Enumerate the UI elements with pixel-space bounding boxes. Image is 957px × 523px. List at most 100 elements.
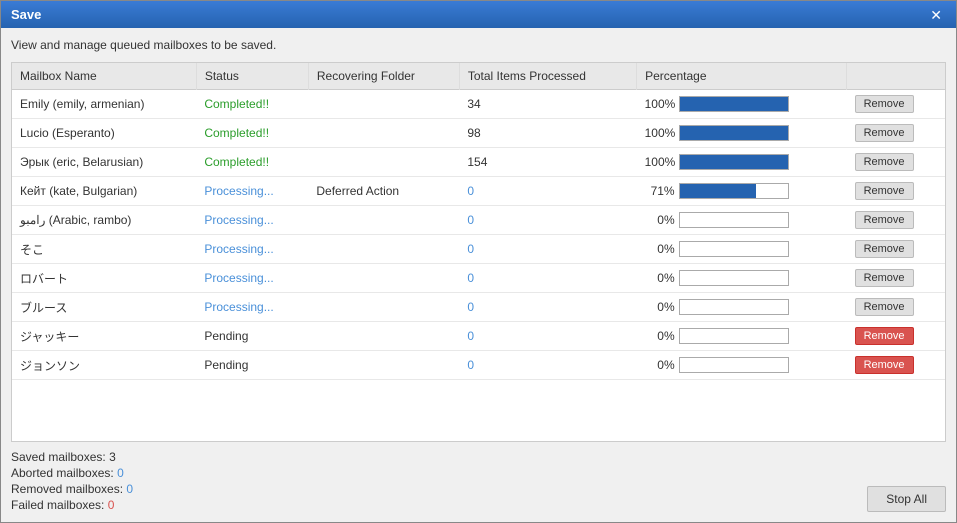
items-cell: 34 bbox=[459, 90, 636, 119]
folder-cell bbox=[308, 235, 459, 264]
percentage-cell: 100% bbox=[637, 90, 847, 119]
progress-bar bbox=[679, 270, 789, 286]
remove-button[interactable]: Remove bbox=[855, 182, 914, 200]
status-cell: Processing... bbox=[196, 293, 308, 322]
remove-button[interactable]: Remove bbox=[855, 298, 914, 316]
table-row: Lucio (Esperanto)Completed!!98100%Remove bbox=[12, 119, 945, 148]
table-body: Emily (emily, armenian) Completed!! 34 100%… bbox=[12, 90, 945, 380]
remove-button[interactable]: Remove bbox=[855, 95, 914, 113]
status-cell: Processing... bbox=[196, 235, 308, 264]
status-badge: Processing... bbox=[204, 184, 273, 198]
status-cell: Processing... bbox=[196, 206, 308, 235]
mailbox-name-cell: そこ bbox=[12, 235, 196, 264]
remove-button[interactable]: Remove bbox=[855, 153, 914, 171]
items-cell: 0 bbox=[459, 351, 636, 380]
percentage-label: 0% bbox=[645, 271, 675, 285]
percentage-cell: 0% bbox=[637, 293, 847, 322]
folder-cell bbox=[308, 264, 459, 293]
action-cell: Remove bbox=[847, 293, 945, 322]
percentage-label: 0% bbox=[645, 358, 675, 372]
percentage-label: 0% bbox=[645, 329, 675, 343]
status-badge: Completed!! bbox=[204, 126, 269, 140]
mailbox-name-cell: ブルース bbox=[12, 293, 196, 322]
col-percentage: Percentage bbox=[637, 63, 847, 90]
table-row: ブルースProcessing...00%Remove bbox=[12, 293, 945, 322]
col-action bbox=[847, 63, 945, 90]
mailbox-name-cell: ロバート bbox=[12, 264, 196, 293]
description-text: View and manage queued mailboxes to be s… bbox=[11, 38, 946, 52]
percentage-label: 0% bbox=[645, 213, 675, 227]
action-cell: Remove bbox=[847, 206, 945, 235]
progress-bar bbox=[679, 241, 789, 257]
stats-panel: Saved mailboxes: 3 Aborted mailboxes: 0 … bbox=[11, 450, 133, 512]
items-cell: 0 bbox=[459, 264, 636, 293]
percentage-label: 71% bbox=[645, 184, 675, 198]
status-cell: Completed!! bbox=[196, 148, 308, 177]
col-total-items: Total Items Processed bbox=[459, 63, 636, 90]
saved-stat: Saved mailboxes: 3 bbox=[11, 450, 133, 464]
remove-button[interactable]: Remove bbox=[855, 240, 914, 258]
status-badge: Pending bbox=[204, 329, 248, 343]
table-row: ジャッキーPending00%Remove bbox=[12, 322, 945, 351]
mailbox-name-cell: Кейт (kate, Bulgarian) bbox=[12, 177, 196, 206]
table-row: Emily (emily, armenian) Completed!! 34 100%… bbox=[12, 90, 945, 119]
close-button[interactable]: ✕ bbox=[926, 8, 946, 22]
mailbox-name-cell: Эрык (eric, Belarusian) bbox=[12, 148, 196, 177]
folder-cell bbox=[308, 293, 459, 322]
failed-label: Failed mailboxes: bbox=[11, 498, 104, 512]
footer: Saved mailboxes: 3 Aborted mailboxes: 0 … bbox=[11, 450, 946, 512]
percentage-label: 100% bbox=[645, 126, 675, 140]
remove-button[interactable]: Remove bbox=[855, 269, 914, 287]
saved-label: Saved mailboxes: bbox=[11, 450, 106, 464]
remove-button[interactable]: Remove bbox=[855, 124, 914, 142]
remove-button[interactable]: Remove bbox=[855, 356, 914, 374]
saved-value: 3 bbox=[109, 450, 116, 464]
folder-cell bbox=[308, 351, 459, 380]
stop-all-button[interactable]: Stop All bbox=[867, 486, 946, 512]
percentage-label: 0% bbox=[645, 300, 675, 314]
progress-bar-fill bbox=[680, 126, 788, 140]
aborted-label: Aborted mailboxes: bbox=[11, 466, 114, 480]
progress-bar bbox=[679, 212, 789, 228]
table-row: ジョンソン Pending 0 0% Remove bbox=[12, 351, 945, 380]
percentage-label: 100% bbox=[645, 155, 675, 169]
action-cell: Remove bbox=[847, 119, 945, 148]
status-cell: Pending bbox=[196, 322, 308, 351]
removed-value: 0 bbox=[126, 482, 133, 496]
action-cell: Remove bbox=[847, 351, 945, 380]
progress-bar bbox=[679, 328, 789, 344]
progress-bar bbox=[679, 357, 789, 373]
status-badge: Completed!! bbox=[204, 155, 269, 169]
status-badge: Pending bbox=[204, 358, 248, 372]
progress-bar-fill bbox=[680, 155, 788, 169]
progress-bar bbox=[679, 96, 789, 112]
table-row: Кейт (kate, Bulgarian) Processing... Defer… bbox=[12, 177, 945, 206]
folder-cell: Deferred Action bbox=[308, 177, 459, 206]
mailbox-table-container: Mailbox Name Status Recovering Folder To… bbox=[11, 62, 946, 442]
removed-label: Removed mailboxes: bbox=[11, 482, 123, 496]
mailbox-name-cell: ジョンソン bbox=[12, 351, 196, 380]
items-cell: 154 bbox=[459, 148, 636, 177]
percentage-cell: 0% bbox=[637, 351, 847, 380]
status-badge: Completed!! bbox=[204, 97, 269, 111]
folder-cell bbox=[308, 119, 459, 148]
status-badge: Processing... bbox=[204, 300, 273, 314]
col-recovering-folder: Recovering Folder bbox=[308, 63, 459, 90]
action-cell: Remove bbox=[847, 148, 945, 177]
mailbox-name-cell: رامبو (Arabic, rambo) bbox=[12, 206, 196, 235]
table-row: رامبو (Arabic, rambo)Processing...00%Rem… bbox=[12, 206, 945, 235]
remove-button[interactable]: Remove bbox=[855, 327, 914, 345]
remove-button[interactable]: Remove bbox=[855, 211, 914, 229]
table-header-row: Mailbox Name Status Recovering Folder To… bbox=[12, 63, 945, 90]
mailbox-name-cell: Emily (emily, armenian) bbox=[12, 90, 196, 119]
percentage-label: 100% bbox=[645, 97, 675, 111]
action-cell: Remove bbox=[847, 264, 945, 293]
table-row: そこProcessing... 0 0% Remove bbox=[12, 235, 945, 264]
percentage-cell: 0% bbox=[637, 322, 847, 351]
status-cell: Processing... bbox=[196, 177, 308, 206]
action-cell: Remove bbox=[847, 322, 945, 351]
items-cell: 0 bbox=[459, 235, 636, 264]
window-body: View and manage queued mailboxes to be s… bbox=[1, 28, 956, 522]
percentage-label: 0% bbox=[645, 242, 675, 256]
status-badge: Processing... bbox=[204, 271, 273, 285]
